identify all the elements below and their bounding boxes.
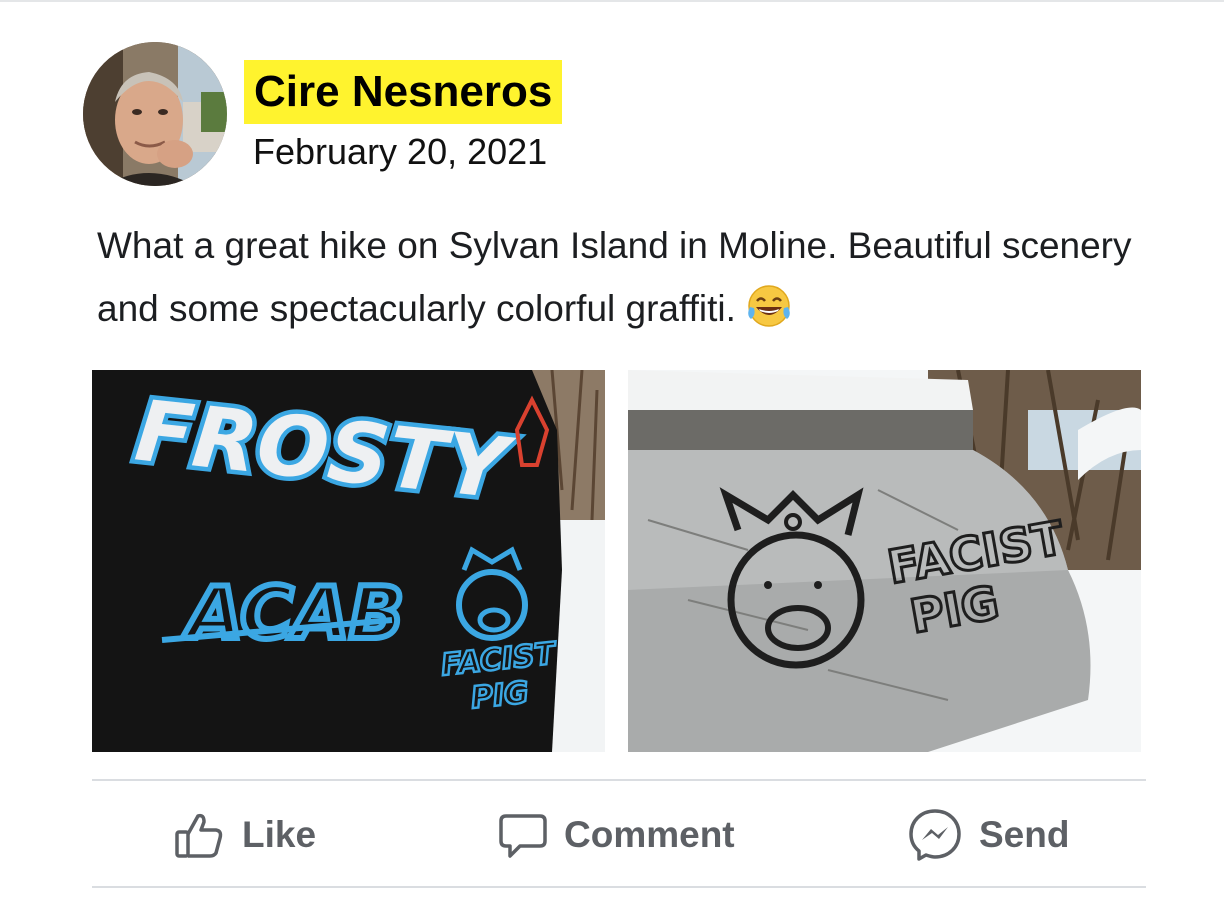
actions-divider-top [92, 779, 1146, 781]
messenger-icon [909, 809, 961, 861]
author-avatar[interactable] [83, 42, 227, 186]
tears-of-joy-emoji-icon [748, 285, 790, 327]
comment-label: Comment [564, 814, 735, 855]
like-label: Like [242, 814, 317, 855]
post-text-body: What a great hike on Sylvan Island in Mo… [97, 225, 1132, 329]
actions-divider-bottom [92, 886, 1146, 888]
thumbs-up-icon [175, 813, 223, 858]
like-button[interactable]: Like [174, 802, 316, 868]
graffiti-acab: ACAB [182, 571, 404, 655]
send-label: Send [979, 814, 1070, 855]
speech-bubble-icon [499, 814, 547, 858]
post-text: What a great hike on Sylvan Island in Mo… [97, 214, 1137, 340]
author-name[interactable]: Cire Nesneros [244, 60, 563, 124]
post-photo-graffiti-frosty[interactable]: FROSTY ACAB FACIST PIG [92, 370, 605, 752]
facebook-post: Cire Nesneros February 20, 2021 What a g… [0, 0, 1224, 908]
avatar-photo [83, 42, 227, 186]
post-date[interactable]: February 20, 2021 [253, 130, 547, 174]
graffiti-pig-left: PIG [469, 675, 530, 716]
comment-button[interactable]: Comment [498, 802, 735, 868]
send-button[interactable]: Send [907, 802, 1069, 868]
post-photo-graffiti-pig[interactable]: FACIST PIG [628, 370, 1141, 752]
top-divider [0, 0, 1224, 2]
